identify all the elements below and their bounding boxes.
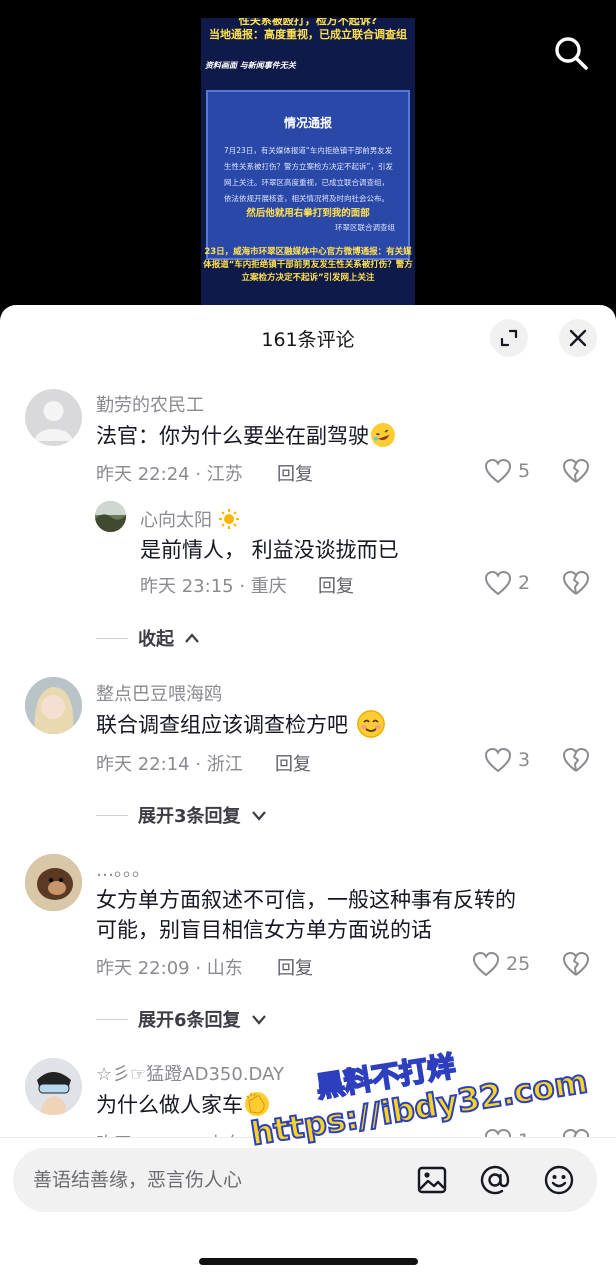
comment-meta: 昨天 22:14 · 浙江	[96, 754, 243, 775]
like-button[interactable]: 25	[472, 951, 530, 977]
video-subtitle-2: 23日，威海市环翠区融媒体中心官方微博通报：有关媒体报道“车内拒绝镇干部前男友发…	[203, 247, 413, 283]
collapse-replies-button[interactable]: 收起	[96, 625, 200, 651]
dislike-button[interactable]	[562, 951, 590, 981]
avatar[interactable]	[25, 677, 82, 734]
like-count: 5	[518, 460, 531, 482]
notice-card: 情况通报 7月23日，有关媒体报道“车内拒绝镇干部前男友发生性关系被打伤？警方立…	[206, 90, 410, 260]
close-button[interactable]	[559, 319, 597, 357]
chevron-down-icon	[251, 811, 266, 821]
reply-button[interactable]: 回复	[277, 460, 313, 486]
video-frame: 性关系被殴打，检方不起诉? 当地通报：高度重视，已成立联合调查组 资料画面 与新…	[201, 18, 415, 308]
comment-username[interactable]: 心向太阳	[140, 506, 240, 532]
comment-meta: 昨天 22:24 · 江苏	[96, 464, 243, 485]
broken-heart-icon	[563, 951, 590, 976]
broken-heart-icon	[563, 747, 590, 772]
comment-text: 为什么做人家车	[96, 1089, 269, 1121]
dislike-button[interactable]	[562, 570, 590, 600]
expand-icon	[500, 329, 518, 347]
notice-card-body: 7月23日，有关媒体报道“车内拒绝镇干部前男友发生性关系被打伤？警方立案检方决定…	[224, 146, 393, 203]
broken-heart-icon	[563, 458, 590, 483]
comment-text: 是前情人， 利益没谈拢而已	[140, 538, 399, 562]
heart-icon	[484, 747, 512, 773]
heart-icon	[484, 570, 512, 596]
avatar[interactable]	[25, 854, 82, 911]
emoji-icon[interactable]	[542, 1163, 576, 1197]
expand-replies-button[interactable]: 展开6条回复	[96, 1006, 267, 1032]
video-player[interactable]: 性关系被殴打，检方不起诉? 当地通报：高度重视，已成立联合调查组 资料画面 与新…	[0, 0, 616, 320]
comment-item: ☆彡☞猛蹬AD350.DAY 为什么做人家车 昨天 22:04 · 山东 1	[0, 1050, 616, 1138]
like-count: 3	[518, 749, 531, 771]
video-subtitle-1: 然后他就用右拳打到我的面部	[246, 208, 370, 219]
comment-meta: 昨天 22:09 · 山东	[96, 958, 243, 979]
expand-button[interactable]	[490, 319, 528, 357]
reply-button[interactable]: 回复	[318, 572, 354, 598]
mention-icon[interactable]	[478, 1163, 512, 1197]
chevron-down-icon	[251, 1015, 266, 1025]
chevron-up-icon	[185, 633, 199, 643]
search-icon[interactable]	[553, 35, 589, 71]
heart-icon	[472, 951, 500, 977]
dislike-button[interactable]	[562, 747, 590, 777]
rofl-emoji	[367, 419, 399, 451]
comment-text: 法官：你为什么要坐在副驾驶	[96, 419, 399, 452]
video-headline-top: 性关系被殴打，检方不起诉?	[238, 18, 378, 27]
broken-heart-icon	[563, 570, 590, 595]
comment-username[interactable]: ☆彡☞猛蹬AD350.DAY	[96, 1060, 284, 1086]
comment-input-bar	[13, 1148, 597, 1212]
blush-emoji	[356, 710, 385, 738]
notice-card-title: 情况通报	[283, 116, 332, 130]
comment-username[interactable]: 勤劳的农民工	[96, 391, 204, 417]
sun-icon	[218, 509, 239, 529]
avatar[interactable]	[25, 389, 82, 446]
comment-sheet-header: 161条评论	[0, 305, 616, 369]
like-button[interactable]: 2	[484, 570, 530, 596]
avatar[interactable]	[95, 501, 126, 532]
reply-button[interactable]: 回复	[275, 750, 311, 776]
comment-username[interactable]: 整点巴豆喂海鸥	[96, 680, 222, 706]
comment-text-line2: 可能，别盲目相信女方单方面说的话	[96, 918, 432, 942]
heart-icon	[484, 458, 512, 484]
like-count: 2	[518, 572, 531, 594]
notice-signer: 环翠区联合调查组	[335, 223, 395, 232]
reply-button[interactable]: 回复	[277, 954, 313, 980]
comment-text-line1: 女方单方面叙述不可信，一般这种事有反转的	[96, 888, 516, 912]
close-icon	[569, 329, 587, 347]
like-button[interactable]: 5	[484, 458, 530, 484]
comment-input[interactable]	[33, 1148, 393, 1212]
like-button[interactable]: 3	[484, 747, 530, 773]
avatar[interactable]	[25, 1058, 82, 1115]
comment-text: 联合调查组应该调查检方吧	[96, 709, 385, 741]
comment-username[interactable]: …。。。	[96, 856, 150, 882]
expand-replies-button[interactable]: 展开3条回复	[96, 802, 267, 828]
dislike-button[interactable]	[562, 458, 590, 488]
like-count: 25	[506, 953, 531, 975]
clap-emoji	[245, 1092, 269, 1116]
image-icon[interactable]	[415, 1163, 449, 1197]
video-note: 资料画面 与新闻事件无关	[205, 61, 296, 70]
video-headline-bottom: 当地通报：高度重视，已成立联合调查组	[209, 28, 407, 41]
home-indicator[interactable]	[199, 1258, 418, 1265]
comment-meta: 昨天 23:15 · 重庆	[140, 576, 287, 597]
